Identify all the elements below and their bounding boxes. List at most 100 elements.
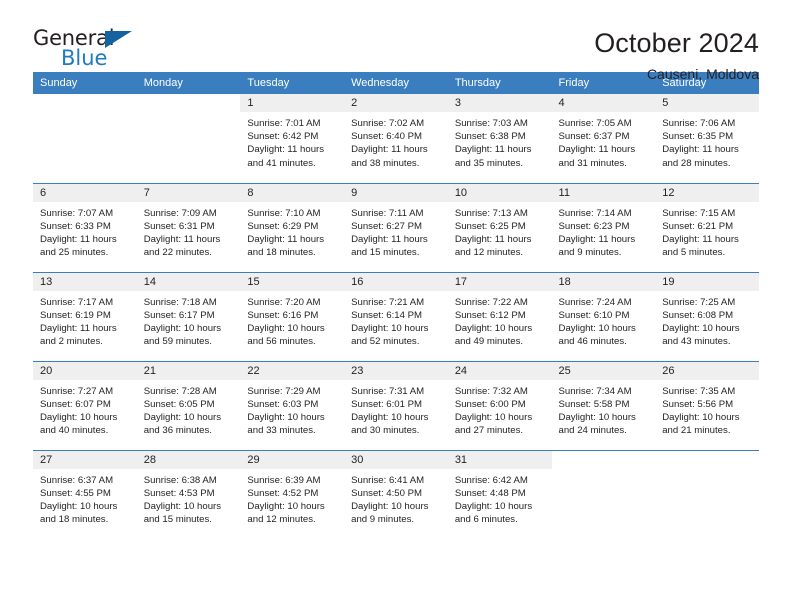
calendar-cell-empty [33,94,137,183]
sun-times: Sunrise: 7:22 AM Sunset: 6:12 PM Daylight:… [448,291,552,349]
sun-times: Sunrise: 7:27 AM Sunset: 6:07 PM Daylight:… [33,380,137,438]
day-number: 16 [344,272,448,291]
sun-times-line: and 36 minutes. [143,425,212,437]
calendar-day-cell[interactable]: 13 Sunrise: 7:17 AM Sunset: 6:19 PM Dayligh… [33,271,137,361]
calendar-day-cell[interactable]: 10 Sunrise: 7:13 AM Sunset: 6:25 PM Dayligh… [447,182,552,272]
calendar-day-cell[interactable]: 23 Sunrise: 7:31 AM Sunset: 6:01 PM Dayligh… [344,360,448,450]
day-number: 14 [136,272,241,291]
calendar-cell-empty [655,449,759,539]
calendar-day-cell[interactable]: 25 Sunrise: 7:34 AM Sunset: 5:58 PM Dayligh… [551,360,656,450]
calendar-day-cell[interactable]: 27 Sunrise: 6:37 AM Sunset: 4:55 PM Dayligh… [33,449,137,539]
sun-times: Sunrise: 6:37 AM Sunset: 4:55 PM Daylight:… [33,469,137,527]
sun-times-line: and 46 minutes. [558,336,627,348]
sun-times-line: Sunset: 6:05 PM [143,398,215,410]
calendar-day-cell[interactable]: 29 Sunrise: 6:39 AM Sunset: 4:52 PM Dayligh… [240,449,345,539]
sun-times-line: Sunrise: 7:09 AM [143,207,217,219]
sun-times-line: Sunset: 6:19 PM [40,309,111,321]
day-number: 18 [551,272,656,291]
day-number: 28 [136,450,241,469]
sun-times-line: Sunrise: 7:06 AM [662,118,736,129]
sun-times-line: Daylight: 10 hours [247,500,325,512]
calendar-day-cell[interactable]: 22 Sunrise: 7:29 AM Sunset: 6:03 PM Dayligh… [240,360,345,450]
calendar-day-cell[interactable]: 9 Sunrise: 7:11 AM Sunset: 6:27 PM Daylight… [344,182,448,272]
sun-times-line: Daylight: 11 hours [351,144,428,156]
sun-times-line: Daylight: 10 hours [40,411,118,423]
sun-times-line: Daylight: 11 hours [143,233,221,245]
day-number: 10 [447,183,552,202]
calendar-day-cell[interactable]: 24 Sunrise: 7:32 AM Sunset: 6:00 PM Dayligh… [447,360,552,450]
sun-times: Sunrise: 7:32 AM Sunset: 6:00 PM Daylight:… [448,380,552,438]
day-number: 30 [344,450,448,469]
sun-times-line: Daylight: 10 hours [247,322,325,334]
sun-times: Sunrise: 7:09 AM Sunset: 6:31 PM Daylight:… [137,202,241,260]
weekday-header-monday: Monday [136,72,241,94]
weekday-header-wednesday: Wednesday [344,72,448,94]
sun-times-line: Sunrise: 7:28 AM [143,385,217,397]
sun-times-line: and 31 minutes. [558,157,627,169]
calendar-day-cell[interactable]: 16 Sunrise: 7:21 AM Sunset: 6:14 PM Dayligh… [344,271,448,361]
calendar-day-cell[interactable]: 28 Sunrise: 6:38 AM Sunset: 4:53 PM Dayligh… [136,449,241,539]
sun-times-line: Daylight: 11 hours [247,233,325,245]
day-number: 25 [551,361,656,380]
sun-times-line: Sunset: 6:17 PM [143,309,215,321]
day-number: 3 [447,94,552,112]
general-blue-logo[interactable]: General Blue [33,28,153,74]
calendar-day-cell[interactable]: 1 Sunrise: 7:01 AM Sunset: 6:42 PM Daylight… [240,94,345,183]
sun-times-line: Sunrise: 7:10 AM [247,207,321,219]
calendar-day-cell[interactable]: 17 Sunrise: 7:22 AM Sunset: 6:12 PM Dayligh… [447,271,552,361]
sun-times-line: and 12 minutes. [247,514,316,526]
sun-times-line: Daylight: 10 hours [143,500,222,512]
calendar-day-cell[interactable]: 3 Sunrise: 7:03 AM Sunset: 6:38 PM Daylight… [447,94,552,183]
sun-times: Sunrise: 7:24 AM Sunset: 6:10 PM Daylight:… [552,291,656,349]
calendar-day-cell[interactable]: 8 Sunrise: 7:10 AM Sunset: 6:29 PM Daylight… [240,182,345,272]
sun-times-line: Sunset: 5:56 PM [662,398,734,410]
sun-times-line: Sunrise: 7:32 AM [454,385,528,397]
calendar-day-cell[interactable]: 20 Sunrise: 7:27 AM Sunset: 6:07 PM Dayligh… [33,360,137,450]
calendar-day-cell[interactable]: 31 Sunrise: 6:42 AM Sunset: 4:48 PM Dayligh… [447,449,552,539]
sun-times: Sunrise: 7:05 AM Sunset: 6:37 PM Daylight:… [552,112,656,170]
sun-times-line: Sunset: 4:53 PM [143,487,215,499]
calendar-day-cell[interactable]: 14 Sunrise: 7:18 AM Sunset: 6:17 PM Dayligh… [136,271,241,361]
calendar-day-cell[interactable]: 30 Sunrise: 6:41 AM Sunset: 4:50 PM Dayligh… [344,449,448,539]
sun-times-line: Sunset: 6:35 PM [662,131,734,143]
calendar-day-cell[interactable]: 18 Sunrise: 7:24 AM Sunset: 6:10 PM Dayligh… [551,271,656,361]
sun-times-line: Daylight: 11 hours [454,144,532,156]
sun-times-line: Sunrise: 7:07 AM [40,207,114,219]
sun-times-line: and 9 minutes. [558,247,622,259]
sun-times-line: Sunrise: 7:03 AM [454,118,528,129]
day-number: 23 [344,361,448,380]
sun-times-line: Sunset: 6:07 PM [40,398,111,410]
calendar-day-cell[interactable]: 5 Sunrise: 7:06 AM Sunset: 6:35 PM Daylight… [655,94,759,183]
sun-times: Sunrise: 7:34 AM Sunset: 5:58 PM Daylight:… [552,380,656,438]
calendar-day-cell[interactable]: 11 Sunrise: 7:14 AM Sunset: 6:23 PM Dayligh… [551,182,656,272]
calendar-cell-empty [136,94,241,183]
sun-times-line: Sunrise: 6:39 AM [247,474,321,486]
sun-times-line: Sunset: 6:00 PM [454,398,526,410]
calendar-day-cell[interactable]: 12 Sunrise: 7:15 AM Sunset: 6:21 PM Dayligh… [655,182,759,272]
calendar-day-cell[interactable]: 15 Sunrise: 7:20 AM Sunset: 6:16 PM Dayligh… [240,271,345,361]
sun-times: Sunrise: 7:18 AM Sunset: 6:17 PM Daylight:… [137,291,241,349]
sun-times-line: Sunset: 6:01 PM [351,398,423,410]
sun-times-line: Sunset: 6:16 PM [247,309,319,321]
calendar-body: 1 Sunrise: 7:01 AM Sunset: 6:42 PM Daylight… [33,94,759,539]
calendar-day-cell[interactable]: 2 Sunrise: 7:02 AM Sunset: 6:40 PM Daylight… [344,94,448,183]
sun-times-line: and 30 minutes. [351,425,420,437]
day-number: 24 [447,361,552,380]
day-number: 22 [240,361,345,380]
sun-times-line: and 33 minutes. [247,425,316,437]
sun-times-line: Sunset: 5:58 PM [558,398,630,410]
calendar-day-cell[interactable]: 26 Sunrise: 7:35 AM Sunset: 5:56 PM Dayligh… [655,360,759,450]
sun-times-line: Daylight: 11 hours [662,144,739,156]
calendar-day-cell[interactable]: 4 Sunrise: 7:05 AM Sunset: 6:37 PM Daylight… [551,94,656,183]
sun-times: Sunrise: 7:17 AM Sunset: 6:19 PM Daylight:… [33,291,137,349]
sun-times-line: and 27 minutes. [454,425,524,437]
sun-times-line: Sunrise: 7:22 AM [454,296,528,308]
calendar-day-cell[interactable]: 19 Sunrise: 7:25 AM Sunset: 6:08 PM Dayligh… [655,271,759,361]
calendar-day-cell[interactable]: 7 Sunrise: 7:09 AM Sunset: 6:31 PM Daylight… [136,182,241,272]
sun-times-line: Sunrise: 7:21 AM [351,296,425,308]
calendar-table: Sunday Monday Tuesday Wednesday Thursday Frid… [33,72,759,539]
calendar-day-cell[interactable]: 6 Sunrise: 7:07 AM Sunset: 6:33 PM Daylight… [33,182,137,272]
sun-times-line: and 15 minutes. [143,514,212,526]
calendar-day-cell[interactable]: 21 Sunrise: 7:28 AM Sunset: 6:05 PM Dayligh… [136,360,241,450]
sun-times-line: Sunrise: 7:02 AM [351,118,425,129]
